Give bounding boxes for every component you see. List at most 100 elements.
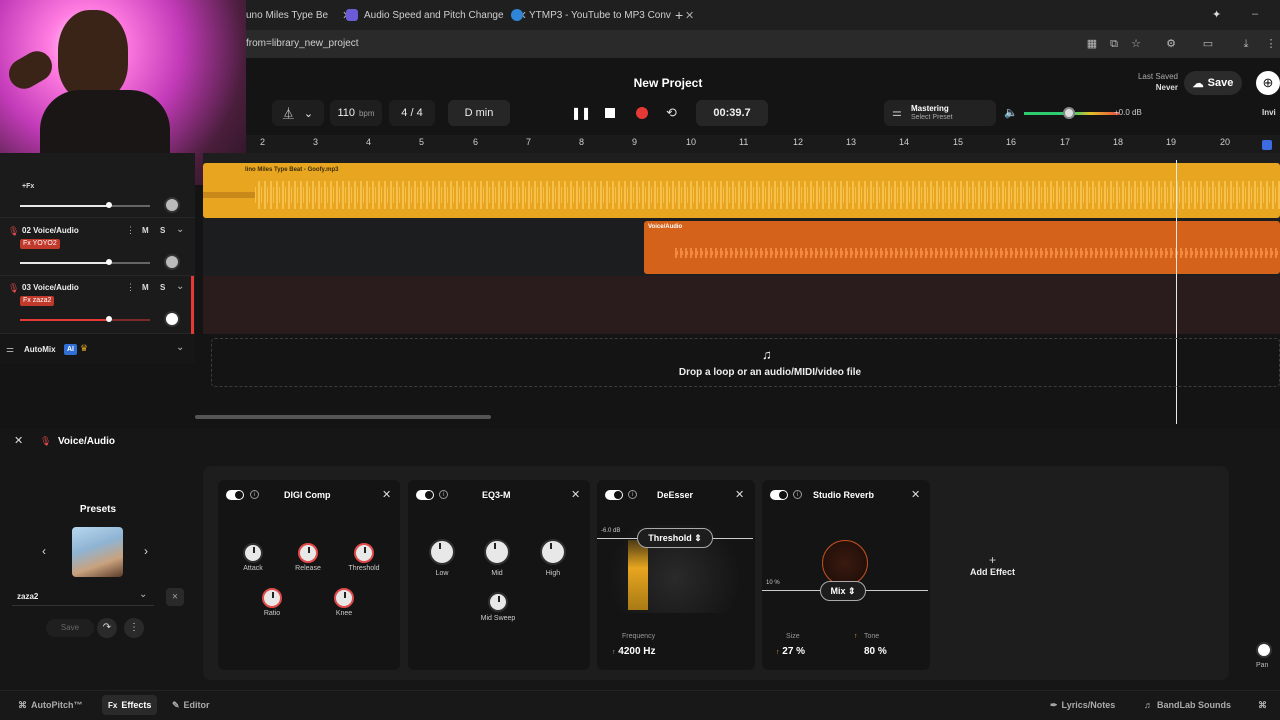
autopitch-tab[interactable]: ⌘ AutoPitch™ (18, 695, 83, 715)
effect-toggle[interactable] (605, 490, 623, 500)
fx-badge[interactable]: Fx YOYO2 (20, 239, 60, 249)
preset-select[interactable]: zaza2 ⌄ (12, 588, 154, 606)
effects-tab[interactable]: Fx Effects (102, 695, 158, 715)
extensions-icon[interactable]: ⚙ (1164, 38, 1178, 50)
solo-button[interactable]: S (160, 226, 165, 235)
minimize-icon[interactable]: – (1252, 8, 1258, 20)
track-volume-slider[interactable] (20, 205, 150, 207)
close-icon[interactable]: ✕ (571, 488, 580, 501)
volume-thumb[interactable] (106, 202, 112, 208)
browser-tab-3[interactable]: YTMP3 - YouTube to MP3 Conv ✕ (511, 4, 694, 26)
preset-thumbnail[interactable] (72, 527, 123, 577)
knee-knob[interactable] (334, 588, 354, 608)
project-title[interactable]: New Project (568, 76, 768, 90)
track-name[interactable]: 03 Voice/Audio (22, 283, 79, 292)
invite-button[interactable]: Invi (1262, 108, 1276, 117)
pan-knob[interactable] (164, 197, 180, 213)
close-icon[interactable]: ✕ (382, 488, 391, 501)
threshold-select[interactable]: Threshold ⇕ (637, 528, 713, 548)
pan-knob[interactable] (1256, 642, 1272, 658)
frequency-value[interactable]: ↑ 4200 Hz (612, 646, 656, 657)
track-name[interactable]: 02 Voice/Audio (22, 226, 79, 235)
close-icon[interactable]: ✕ (911, 488, 920, 501)
chevron-right-icon[interactable]: › (144, 544, 148, 558)
globe-icon[interactable]: ⊕ (1256, 71, 1280, 95)
screen-icon[interactable]: ⧉ (1107, 38, 1121, 50)
timeline-scrollbar[interactable] (195, 415, 491, 419)
info-icon[interactable]: i (439, 490, 448, 499)
release-knob[interactable] (298, 543, 318, 563)
mute-button[interactable]: M (142, 226, 149, 235)
add-fx-button[interactable]: +Fx (22, 183, 34, 190)
chevron-left-icon[interactable]: ‹ (42, 544, 46, 558)
record-icon[interactable] (636, 107, 648, 119)
new-tab-icon[interactable]: + (675, 7, 683, 23)
volume-thumb[interactable] (106, 259, 112, 265)
pan-knob[interactable] (164, 254, 180, 270)
chevron-down-icon[interactable]: ⌄ (176, 224, 184, 235)
mastering-button[interactable]: ⚌ Mastering Select Preset (884, 100, 996, 126)
save-preset-button[interactable]: Save (46, 619, 94, 637)
pan-knob[interactable] (164, 311, 180, 327)
mute-button[interactable]: M (142, 283, 149, 292)
sparkle-icon[interactable]: ✦ (1212, 8, 1221, 21)
add-effect-button[interactable]: + Add Effect (945, 553, 1040, 589)
size-value[interactable]: ↑ 27 % (776, 646, 805, 657)
close-icon[interactable]: ✕ (685, 9, 694, 22)
tone-value[interactable]: 80 % (864, 646, 887, 657)
track-lane-3[interactable] (203, 276, 1280, 334)
volume-thumb[interactable] (106, 316, 112, 322)
info-icon[interactable]: i (628, 490, 637, 499)
close-icon[interactable]: ✕ (735, 488, 744, 501)
browser-tab-1[interactable]: uno Miles Type Be ✕ (246, 4, 351, 26)
menu-icon[interactable]: ⋮ (1264, 38, 1278, 50)
info-icon[interactable]: i (250, 490, 259, 499)
bandlab-sounds-tab[interactable]: ♬ BandLab Sounds (1144, 695, 1231, 715)
reverb-size-orb[interactable] (822, 540, 868, 586)
timeline-ruler[interactable] (246, 135, 1280, 153)
loop-marker-icon[interactable] (1262, 140, 1272, 150)
solo-button[interactable]: S (160, 283, 165, 292)
download-icon[interactable]: ⤓ (1239, 38, 1253, 50)
effect-toggle[interactable] (770, 490, 788, 500)
time-signature-field[interactable]: 4 / 4 (389, 100, 435, 126)
sidepanel-icon[interactable]: ▭ (1201, 38, 1215, 50)
save-button[interactable]: ☁ Save (1184, 71, 1242, 95)
threshold-knob[interactable] (354, 543, 374, 563)
more-options-icon[interactable]: ⋮ (124, 618, 144, 638)
info-icon[interactable]: i (793, 490, 802, 499)
lyrics-notes-tab[interactable]: ✒ Lyrics/Notes (1050, 695, 1115, 715)
share-icon[interactable]: ↷ (97, 618, 117, 638)
high-knob[interactable] (540, 539, 566, 565)
browser-tab-2[interactable]: Audio Speed and Pitch Change ✕ (346, 4, 527, 26)
attack-knob[interactable] (243, 543, 263, 563)
loop-icon[interactable]: ⟲ (666, 105, 677, 121)
ratio-knob[interactable] (262, 588, 282, 608)
fx-badge[interactable]: Fx zaza2 (20, 296, 55, 306)
key-button[interactable]: D min (448, 100, 510, 126)
effect-toggle[interactable] (416, 490, 434, 500)
url-field[interactable]: from=library_new_project (246, 38, 359, 49)
mid-knob[interactable] (484, 539, 510, 565)
track-volume-slider[interactable] (20, 319, 150, 321)
shortcuts-icon[interactable]: ⌘ (1258, 695, 1267, 715)
effect-toggle[interactable] (226, 490, 244, 500)
track-volume-slider[interactable] (20, 262, 150, 264)
pause-icon[interactable]: ❚❚ (571, 106, 591, 120)
master-volume-knob[interactable] (1063, 107, 1075, 119)
mix-select[interactable]: Mix ⇕ (820, 581, 866, 601)
stop-icon[interactable] (605, 108, 615, 118)
bookmark-star-icon[interactable]: ☆ (1129, 38, 1143, 50)
speaker-icon[interactable]: 🔈 (1004, 106, 1018, 119)
voice-audio-clip[interactable]: Voice/Audio (644, 221, 1280, 274)
grid-icon[interactable]: ▦ (1085, 38, 1099, 50)
metronome-button[interactable]: ⏅ ⌄ (272, 100, 324, 126)
drop-zone[interactable] (211, 338, 1280, 387)
chevron-down-icon[interactable]: ⌄ (176, 342, 184, 353)
low-knob[interactable] (429, 539, 455, 565)
bpm-field[interactable]: 110 bpm (330, 100, 382, 126)
remove-fx-icon[interactable]: ⨯ (166, 588, 184, 606)
track-menu-icon[interactable]: ⋮ (126, 282, 135, 293)
chevron-down-icon[interactable]: ⌄ (176, 281, 184, 292)
close-panel-icon[interactable]: ✕ (14, 434, 23, 447)
